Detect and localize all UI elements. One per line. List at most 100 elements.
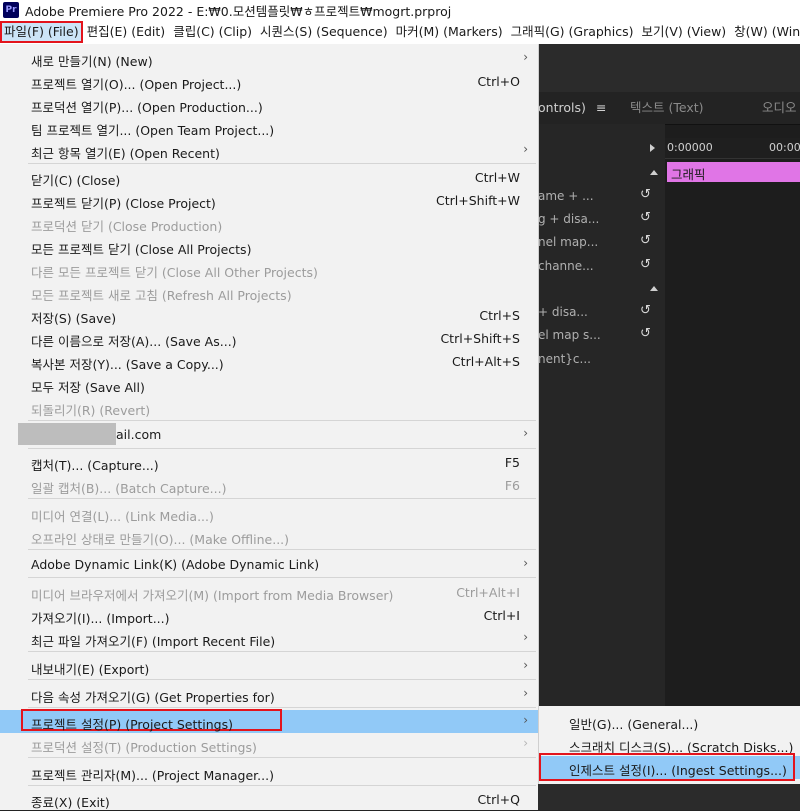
- menu-item-import[interactable]: 가져오기(I)... (Import...) Ctrl+I: [0, 604, 538, 627]
- timeline-ruler: 0:00000 00:00: [665, 138, 800, 159]
- reset-icon[interactable]: ↺: [640, 211, 654, 225]
- submenu-item-label: 인제스트 설정(I)... (Ingest Settings...): [569, 763, 787, 778]
- menu-item-open-recent[interactable]: 최근 항목 열기(E) (Open Recent) ›: [0, 139, 538, 162]
- collapse-triangle-icon[interactable]: [650, 170, 658, 175]
- menu-item-account[interactable]: ail.com ›: [0, 423, 538, 446]
- panel-menu-icon[interactable]: ≡: [596, 92, 606, 124]
- menu-item-label: 미디어 브라우저에서 가져오기(M) (Import from Media Br…: [31, 588, 394, 603]
- chevron-right-icon: ›: [523, 630, 528, 644]
- menu-item-project-manager[interactable]: 프로젝트 관리자(M)... (Project Manager...): [0, 761, 538, 784]
- menu-view[interactable]: 보기(V) (View): [637, 21, 730, 43]
- menu-window[interactable]: 창(W) (Window): [730, 21, 800, 43]
- menu-item-save-as[interactable]: 다른 이름으로 저장(A)... (Save As...) Ctrl+Shift…: [0, 327, 538, 350]
- menu-item-shortcut: F5: [504, 455, 520, 470]
- menu-item-label: 최근 파일 가져오기(F) (Import Recent File): [31, 634, 276, 649]
- play-triangle-icon[interactable]: [650, 144, 655, 152]
- menu-separator: [28, 498, 536, 499]
- clip-label: 그래픽: [671, 167, 706, 182]
- menu-item-save[interactable]: 저장(S) (Save) Ctrl+S: [0, 304, 538, 327]
- chevron-right-icon: ›: [523, 736, 528, 750]
- chevron-right-icon: ›: [523, 426, 528, 440]
- menu-separator: [28, 448, 536, 449]
- menu-item-label: 프로덕션 닫기 (Close Production): [31, 219, 223, 234]
- menu-item-label: 모든 프로젝트 닫기 (Close All Projects): [31, 242, 252, 257]
- tab-audio[interactable]: 오디오: [762, 92, 797, 124]
- menu-item-shortcut: Ctrl+Alt+S: [451, 354, 520, 369]
- menu-item-close-project[interactable]: 프로젝트 닫기(P) (Close Project) Ctrl+Shift+W: [0, 189, 538, 212]
- menu-item-label: 저장(S) (Save): [31, 311, 117, 326]
- menu-item-shortcut: Ctrl+S: [479, 308, 520, 323]
- collapse-triangle-icon-2[interactable]: [650, 286, 658, 291]
- menu-item-label: 다음 속성 가져오기(G) (Get Properties for): [31, 690, 275, 705]
- reset-icon[interactable]: ↺: [640, 304, 654, 318]
- menu-item-shortcut: Ctrl+Shift+S: [440, 331, 520, 346]
- menu-item-label: 일괄 캡처(B)... (Batch Capture...): [31, 481, 227, 496]
- property-row: channe...: [538, 259, 594, 273]
- menu-separator: [28, 785, 536, 786]
- timecode-next: 00:00: [769, 141, 800, 154]
- menu-item-label: Adobe Dynamic Link(K) (Adobe Dynamic Lin…: [31, 557, 320, 572]
- menu-graphics[interactable]: 그래픽(G) (Graphics): [507, 21, 638, 43]
- reset-icon[interactable]: ↺: [640, 258, 654, 272]
- reset-icon[interactable]: ↺: [640, 188, 654, 202]
- menu-item-close-all-projects[interactable]: 모든 프로젝트 닫기 (Close All Projects): [0, 235, 538, 258]
- graphic-clip[interactable]: 그래픽: [667, 162, 800, 182]
- menu-item-close-other-projects: 다른 모든 프로젝트 닫기 (Close All Other Projects): [0, 258, 538, 281]
- menu-item-import-recent[interactable]: 최근 파일 가져오기(F) (Import Recent File) ›: [0, 627, 538, 650]
- menu-item-export[interactable]: 내보내기(E) (Export) ›: [0, 655, 538, 678]
- menu-item-label: 프로덕션 열기(P)... (Open Production...): [31, 100, 263, 115]
- menu-item-label: 다른 이름으로 저장(A)... (Save As...): [31, 334, 237, 349]
- menu-separator: [28, 757, 536, 758]
- menu-item-production-settings: 프로덕션 설정(T) (Production Settings) ›: [0, 733, 538, 756]
- menu-item-open-project[interactable]: 프로젝트 열기(O)... (Open Project...) Ctrl+O: [0, 70, 538, 93]
- menu-item-label: 프로젝트 닫기(P) (Close Project): [31, 196, 216, 211]
- project-settings-submenu: 일반(G)... (General...) 스크래치 디스크(S)... (Sc…: [538, 706, 800, 784]
- menu-item-dynamic-link[interactable]: Adobe Dynamic Link(K) (Adobe Dynamic Lin…: [0, 553, 538, 576]
- menu-item-label: 닫기(C) (Close): [31, 173, 121, 188]
- menu-separator: [28, 549, 536, 550]
- menu-item-label: 가져오기(I)... (Import...): [31, 611, 170, 626]
- menu-item-open-production[interactable]: 프로덕션 열기(P)... (Open Production...): [0, 93, 538, 116]
- menu-item-label: 새로 만들기(N) (New): [31, 54, 153, 69]
- tab-text[interactable]: 텍스트 (Text): [630, 92, 704, 124]
- menu-item-label: 프로젝트 열기(O)... (Open Project...): [31, 77, 242, 92]
- chevron-right-icon: ›: [523, 142, 528, 156]
- premiere-logo-icon: Pr: [3, 2, 19, 18]
- menu-item-save-all[interactable]: 모두 저장 (Save All): [0, 373, 538, 396]
- menu-file[interactable]: 파일(F) (File): [0, 21, 83, 43]
- menu-item-close[interactable]: 닫기(C) (Close) Ctrl+W: [0, 166, 538, 189]
- menu-sequence[interactable]: 시퀀스(S) (Sequence): [256, 21, 392, 43]
- menu-item-label: 오프라인 상태로 만들기(O)... (Make Offline...): [31, 532, 290, 547]
- menu-item-label: 모두 저장 (Save All): [31, 380, 145, 395]
- menu-edit[interactable]: 편집(E) (Edit): [83, 21, 170, 43]
- menu-item-exit[interactable]: 종료(X) (Exit) Ctrl+Q: [0, 788, 538, 811]
- submenu-item-general[interactable]: 일반(G)... (General...): [539, 710, 800, 733]
- menu-item-shortcut: Ctrl+O: [477, 74, 520, 89]
- menu-item-label: 캡처(T)... (Capture...): [31, 458, 159, 473]
- menu-item-shortcut: Ctrl+Alt+I: [456, 585, 520, 600]
- menu-item-open-team-project[interactable]: 팀 프로젝트 열기... (Open Team Project...): [0, 116, 538, 139]
- menu-markers[interactable]: 마커(M) (Markers): [392, 21, 507, 43]
- reset-icon[interactable]: ↺: [640, 327, 654, 341]
- menu-item-label: 종료(X) (Exit): [31, 795, 110, 810]
- menu-separator: [28, 679, 536, 680]
- property-row: g + disa...: [538, 212, 600, 226]
- menu-clip[interactable]: 클립(C) (Clip): [169, 21, 256, 43]
- reset-icon[interactable]: ↺: [640, 234, 654, 248]
- submenu-item-ingest-settings[interactable]: 인제스트 설정(I)... (Ingest Settings...): [539, 753, 800, 781]
- menu-item-shortcut: Ctrl+Q: [477, 792, 520, 807]
- tab-effect-controls[interactable]: ontrols): [538, 92, 586, 124]
- title-bar: Pr Adobe Premiere Pro 2022 - E:₩0.모션템플릿₩…: [0, 0, 800, 20]
- menu-bar: 파일(F) (File) 편집(E) (Edit) 클립(C) (Clip) 시…: [0, 20, 800, 44]
- menu-item-shortcut: Ctrl+I: [483, 608, 520, 623]
- menu-item-label: 복사본 저장(Y)... (Save a Copy...): [31, 357, 224, 372]
- menu-item-new[interactable]: 새로 만들기(N) (New) ›: [0, 47, 538, 70]
- menu-item-revert: 되돌리기(R) (Revert): [0, 396, 538, 419]
- menu-item-project-settings[interactable]: 프로젝트 설정(P) (Project Settings) ›: [0, 709, 538, 733]
- menu-item-close-production: 프로덕션 닫기 (Close Production): [0, 212, 538, 235]
- property-row: ame + ...: [538, 189, 594, 203]
- menu-item-get-properties[interactable]: 다음 속성 가져오기(G) (Get Properties for) ›: [0, 683, 538, 706]
- menu-item-label: 모든 프로젝트 새로 고침 (Refresh All Projects): [31, 288, 292, 303]
- menu-item-capture[interactable]: 캡처(T)... (Capture...) F5: [0, 451, 538, 474]
- menu-item-save-copy[interactable]: 복사본 저장(Y)... (Save a Copy...) Ctrl+Alt+S: [0, 350, 538, 373]
